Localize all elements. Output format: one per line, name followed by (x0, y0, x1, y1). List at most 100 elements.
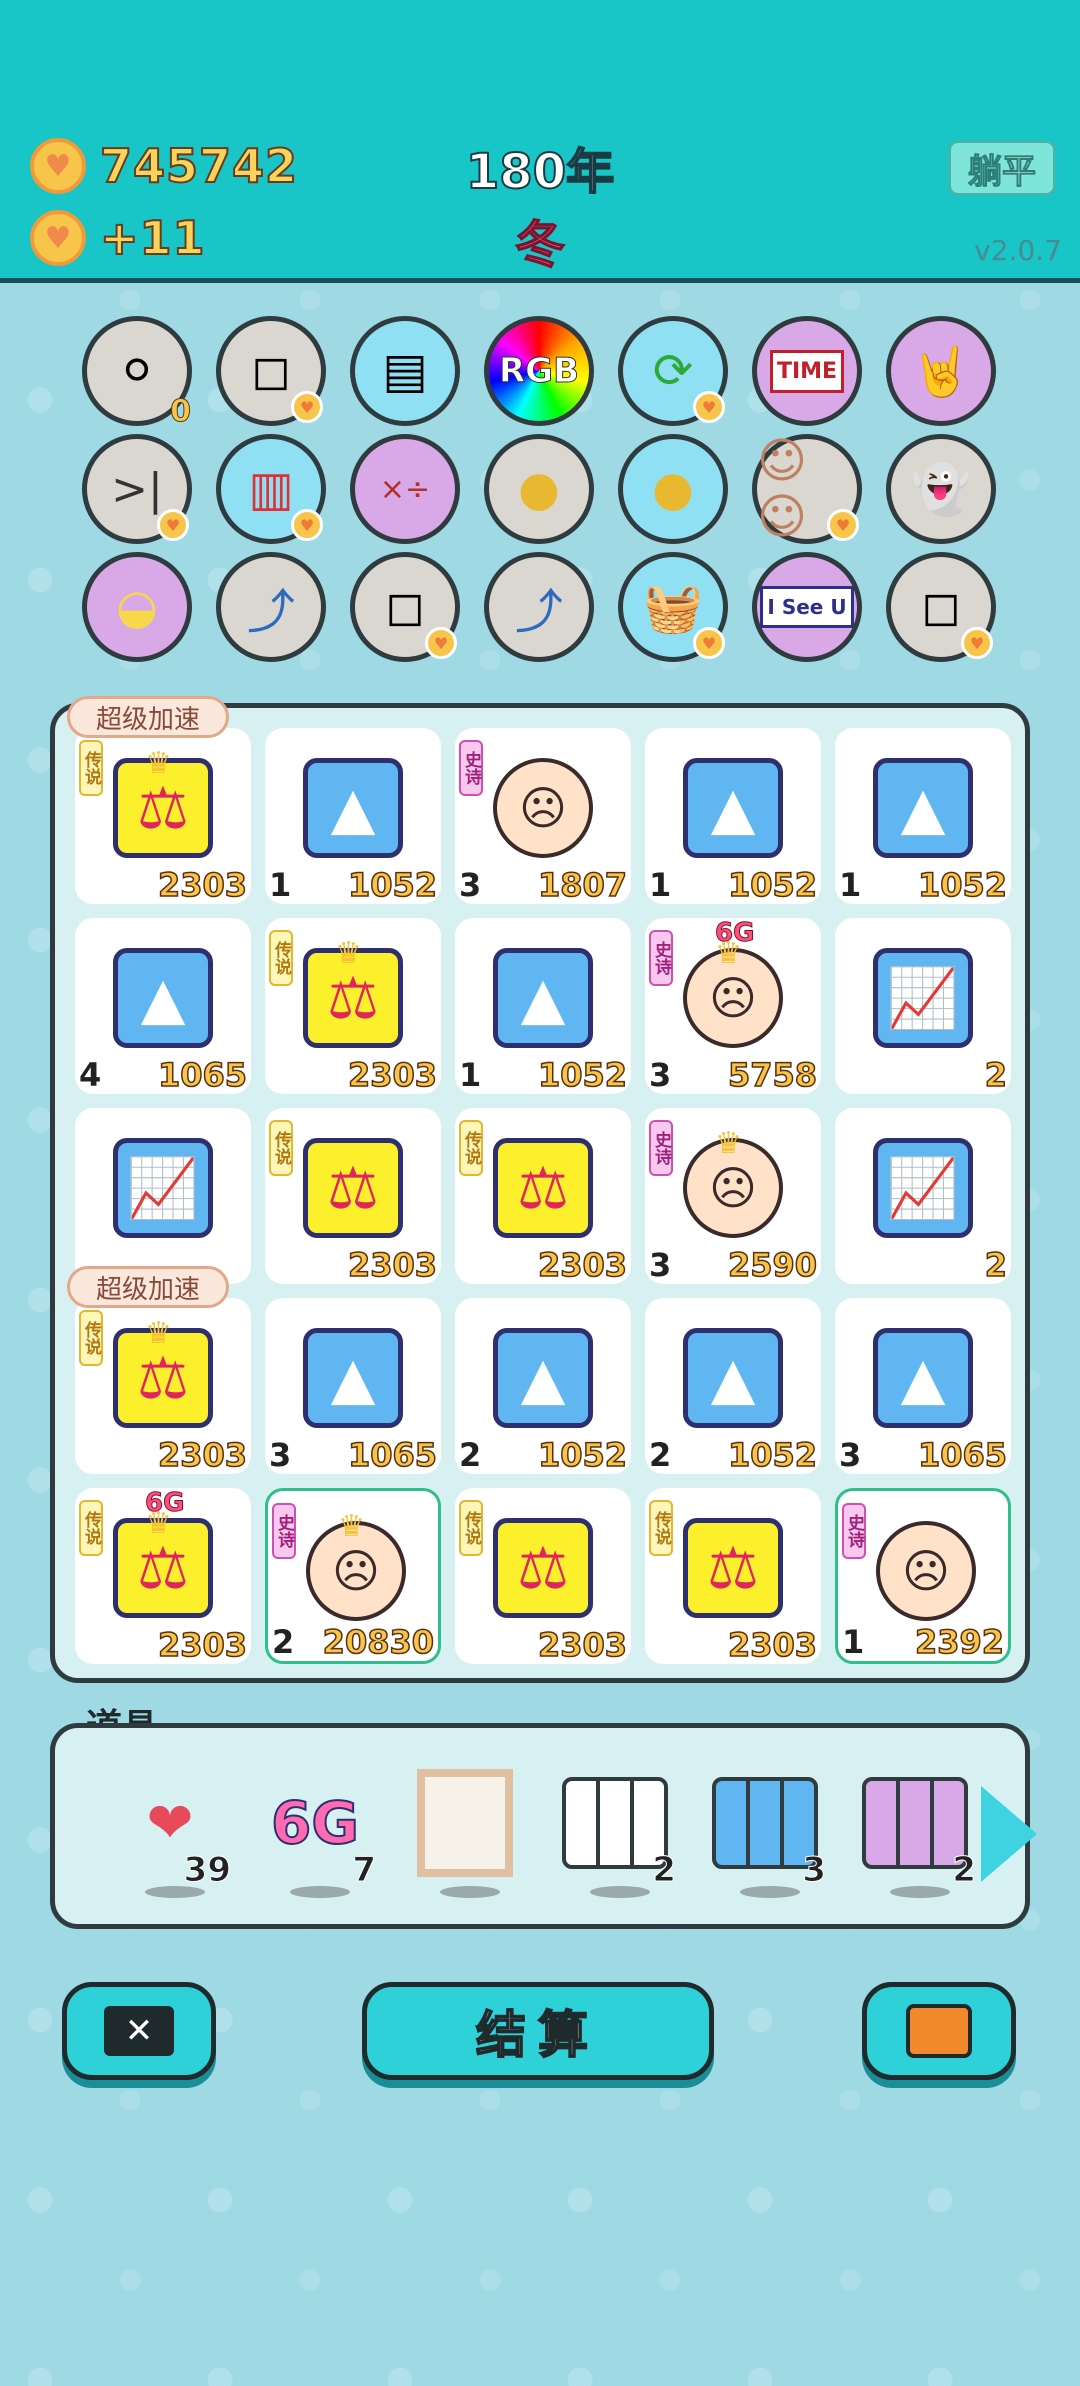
skip-icon[interactable]: >| ♥ (82, 434, 192, 544)
tiles-icon[interactable]: ◻ ♥ (886, 552, 996, 662)
board-cell[interactable]: ⚖ 传说 ♛ 6G 2303 (75, 1488, 251, 1665)
board-cell[interactable]: ▲ 2 1052 (455, 1298, 631, 1475)
board-cell[interactable]: ▲ 1 1052 (645, 728, 821, 905)
tiles-icon[interactable]: ◻ ♥ (350, 552, 460, 662)
cell-value: 1052 (727, 1435, 818, 1475)
super-boost-label: 超级加速 (67, 1266, 230, 1308)
lie-flat-button[interactable]: 躺平 (948, 140, 1056, 196)
epic-tag: 史诗 (459, 740, 483, 796)
board-cell[interactable]: ▲ 1 1052 (455, 918, 631, 1095)
board-cell[interactable]: ⚖ 传说 2303 (455, 1488, 631, 1665)
time-magazine-icon[interactable]: TIME (752, 316, 862, 426)
cell-value: 1052 (537, 1055, 628, 1095)
cell-level: 4 (79, 1056, 102, 1094)
recycle-icon[interactable]: ⟳ ♥ (618, 316, 728, 426)
chart-card-icon: 📈 (873, 1138, 973, 1238)
board-cell[interactable]: ⚖ 传说 2303 (645, 1488, 821, 1665)
curve-arrow-icon[interactable]: ⤴ (484, 552, 594, 662)
board-cell[interactable]: ☹ 史诗 ♛ 6G 3 5758 (645, 918, 821, 1095)
cell-value: 2 (984, 1245, 1008, 1285)
gold-card-icon: ▲ (873, 1328, 973, 1428)
board-cell[interactable]: ⚖ 传说 2303 (455, 1108, 631, 1285)
board-cell[interactable]: 📈 2 (835, 1108, 1011, 1285)
settle-button-label: 结算 (475, 2005, 600, 2065)
item-count: 2 (952, 1850, 977, 1891)
cell-value: 2303 (347, 1245, 438, 1285)
cell-value: 1052 (727, 865, 818, 905)
cell-level: 3 (269, 1436, 292, 1474)
legend-tag: 传说 (269, 1120, 293, 1176)
rare-cards-icon[interactable]: 3 (710, 1768, 826, 1898)
gold-card-icon: ▲ (493, 948, 593, 1048)
board-cell[interactable]: ⚖ 传说 2303 (265, 1108, 441, 1285)
item-count: 7 (352, 1850, 377, 1891)
board-cell[interactable]: ☹ 史诗 3 1807 (455, 728, 631, 905)
skirt-icon[interactable]: ▤ (350, 316, 460, 426)
board-cell[interactable]: ☹ 史诗 1 2392 (835, 1488, 1011, 1664)
board-cell[interactable]: ▲ 4 1065 (75, 918, 251, 1095)
couple-icon[interactable]: ☺☺ ♥ (752, 433, 862, 545)
year-label: 180年 (465, 143, 615, 201)
gold-card-icon: ▲ (493, 1328, 593, 1428)
crown-icon: ♛ (335, 936, 362, 971)
epic-cards-icon[interactable]: 2 (860, 1768, 976, 1898)
rgb-icon[interactable]: RGB (484, 316, 594, 426)
empty-cards-icon[interactable]: 2 (560, 1768, 676, 1898)
face-card-icon: ☹ (493, 758, 593, 858)
cell-value: 1065 (347, 1435, 438, 1475)
liver-icon[interactable]: ❤ 39 (115, 1768, 232, 1898)
board-cell[interactable]: ☹ 史诗 ♛ 2 20830 (265, 1488, 441, 1664)
board-cell[interactable]: ▲ 1 1052 (835, 728, 1011, 905)
epic-tag: 史诗 (842, 1503, 866, 1559)
hatched-egg-icon[interactable]: ◒ (82, 552, 192, 662)
briefcase-icon (906, 2004, 972, 2058)
basket-icon[interactable]: 🧺 ♥ (618, 552, 728, 662)
heart-mini-icon: ♥ (961, 627, 993, 659)
gold-card-icon: ▲ (683, 758, 783, 858)
close-icon: ✕ (104, 2006, 174, 2056)
settle-button[interactable]: 结算 (362, 1982, 714, 2080)
rock-hand-icon[interactable]: 🤘 (886, 316, 996, 426)
board-cell[interactable]: ⚖ 传说 ♛ 2303 (265, 918, 441, 1095)
cell-level: 2 (459, 1436, 482, 1474)
chick-egg-icon[interactable]: ● (618, 434, 728, 544)
chick-egg-icon[interactable]: ● (484, 434, 594, 544)
cell-level: 1 (459, 1056, 482, 1094)
crown-icon: ♛ (338, 1509, 365, 1544)
cell-value: 1052 (537, 1435, 628, 1475)
cell-value: 2 (984, 1055, 1008, 1095)
gold-card-icon: ▲ (873, 758, 973, 858)
board-cell[interactable]: ▲ 1 1052 (265, 728, 441, 905)
epic-tag: 史诗 (649, 930, 673, 986)
board-cell[interactable]: 📈 2 (835, 918, 1011, 1095)
scale-card-icon: ⚖ (683, 1518, 783, 1618)
board-cell[interactable]: ▲ 2 1052 (645, 1298, 821, 1475)
close-button[interactable]: ✕ (62, 1982, 216, 2080)
fries-icon[interactable]: ▥ ♥ (216, 434, 326, 544)
legend-tag: 传说 (79, 1310, 103, 1366)
board-cell[interactable]: 📈 (75, 1108, 251, 1284)
board-cell[interactable]: ⚖ 传说 ♛ 2303 (75, 1298, 251, 1475)
math-head-icon[interactable]: ×÷ (350, 434, 460, 544)
cell-value: 2303 (347, 1055, 438, 1095)
board-cell[interactable]: ▲ 3 1065 (835, 1298, 1011, 1475)
board-cell[interactable]: ⚖ 传说 ♛ 2303 (75, 728, 251, 905)
cell-value: 20830 (322, 1622, 435, 1662)
board-cell[interactable]: ▲ 3 1065 (265, 1298, 441, 1475)
face-card-icon: ☹ (876, 1521, 976, 1621)
tiles-icon[interactable]: ◻ ♥ (216, 316, 326, 426)
scroll-right-arrow-icon[interactable] (981, 1786, 1037, 1882)
egg-tray-icon[interactable]: ⚪ 0 (82, 316, 192, 430)
curve-arrow-icon[interactable]: ⤴ (216, 552, 326, 662)
frame-icon[interactable] (410, 1768, 520, 1898)
crown-icon: ♛ (145, 1316, 172, 1351)
cell-value: 1052 (347, 865, 438, 905)
briefcase-button[interactable] (862, 1982, 1016, 2080)
cell-level: 1 (649, 866, 672, 904)
6g-icon[interactable]: 6G 7 (260, 1768, 376, 1898)
ghost-icon[interactable]: 👻 (886, 434, 996, 544)
heart-mini-icon: ♥ (291, 509, 323, 541)
board-cell[interactable]: ☹ 史诗 ♛ 3 2590 (645, 1108, 821, 1285)
items-bar: ❤ 39 6G 7 2 3 2 (50, 1723, 1037, 1929)
i-see-u-icon[interactable]: I See U (752, 552, 862, 662)
